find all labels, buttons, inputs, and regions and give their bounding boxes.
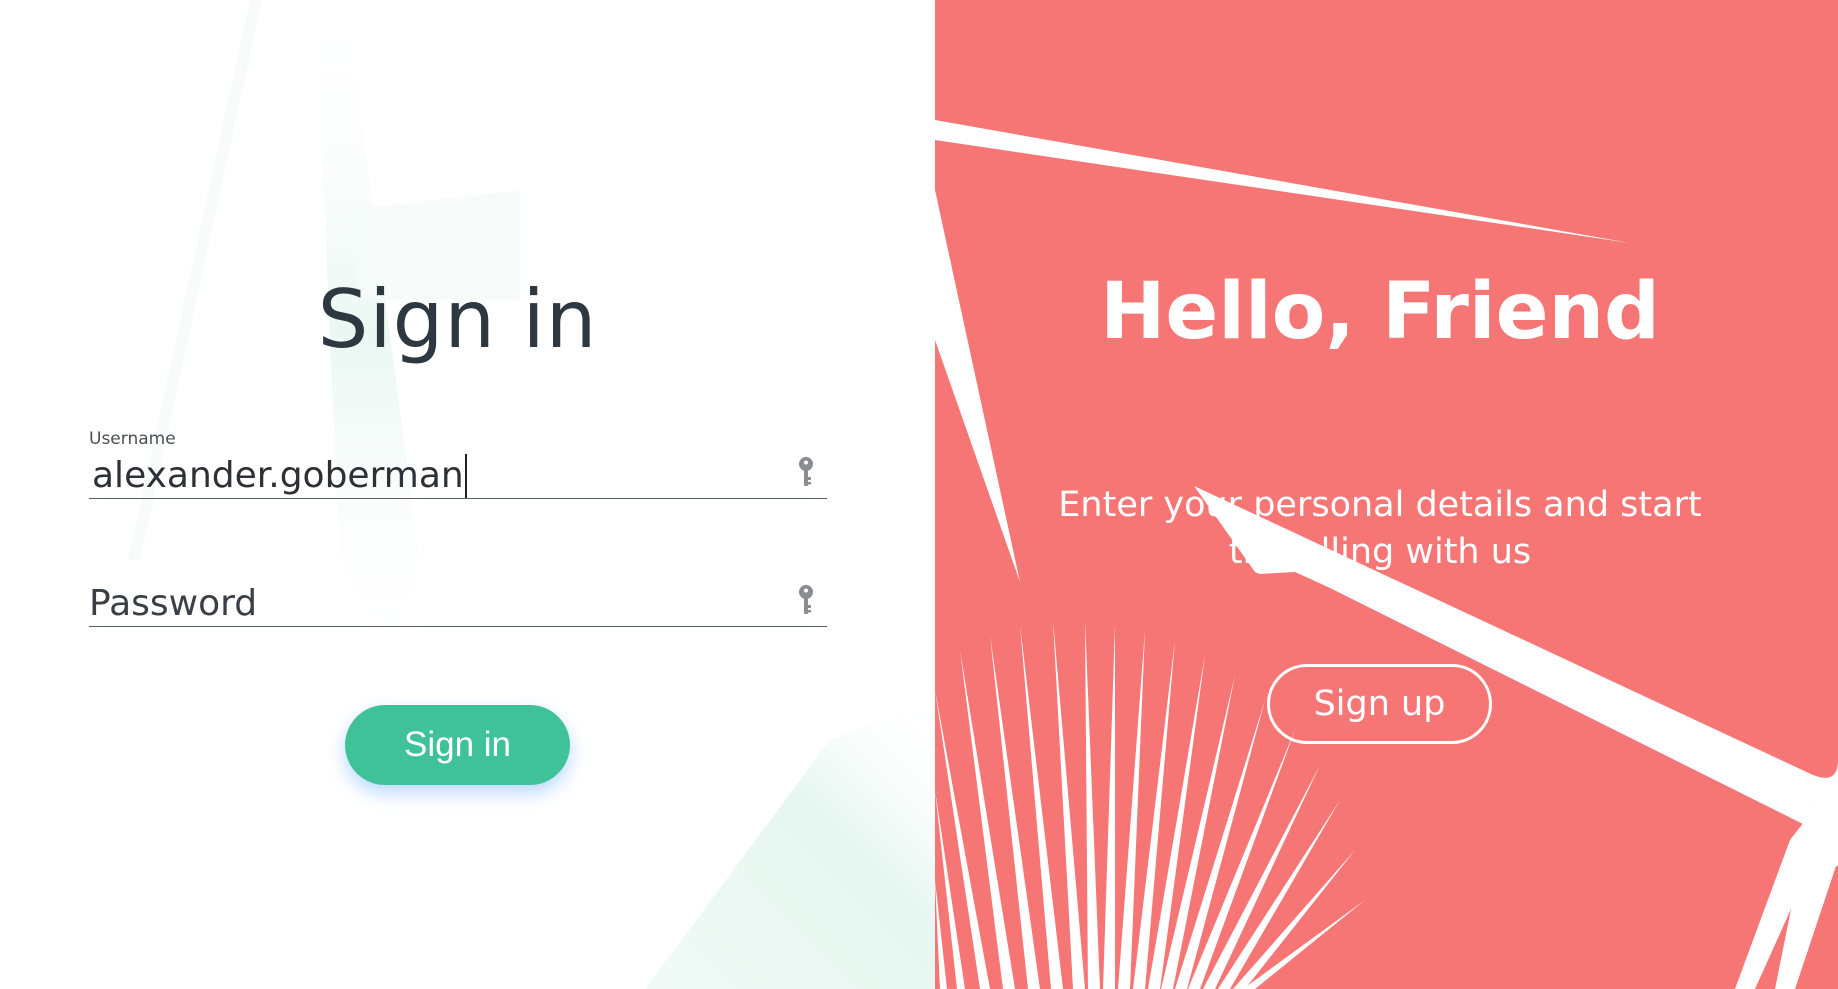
welcome-panel: Hello, Friend Enter your personal detail… <box>935 0 1838 989</box>
key-icon[interactable] <box>797 584 815 618</box>
key-icon[interactable] <box>797 456 815 490</box>
welcome-title: Hello, Friend <box>1100 267 1660 357</box>
text-cursor <box>464 454 467 498</box>
page-title: Sign in <box>317 273 598 366</box>
sign-in-button[interactable]: Sign in <box>345 705 570 785</box>
password-field[interactable]: Password <box>89 578 827 627</box>
username-value: alexander.goberman <box>92 455 464 496</box>
sign-in-page: Sign in Username alexander.goberman Pass… <box>0 0 1838 989</box>
sign-in-panel: Sign in Username alexander.goberman Pass… <box>0 0 935 989</box>
password-input[interactable]: Password <box>89 578 827 627</box>
welcome-text: Enter your personal details and start tr… <box>1058 485 1702 572</box>
username-label: Username <box>89 429 176 449</box>
password-placeholder: Password <box>89 583 258 624</box>
username-input[interactable]: alexander.goberman <box>89 450 827 499</box>
sign-up-button[interactable]: Sign up <box>1267 664 1492 744</box>
username-field[interactable]: Username alexander.goberman <box>89 428 827 499</box>
